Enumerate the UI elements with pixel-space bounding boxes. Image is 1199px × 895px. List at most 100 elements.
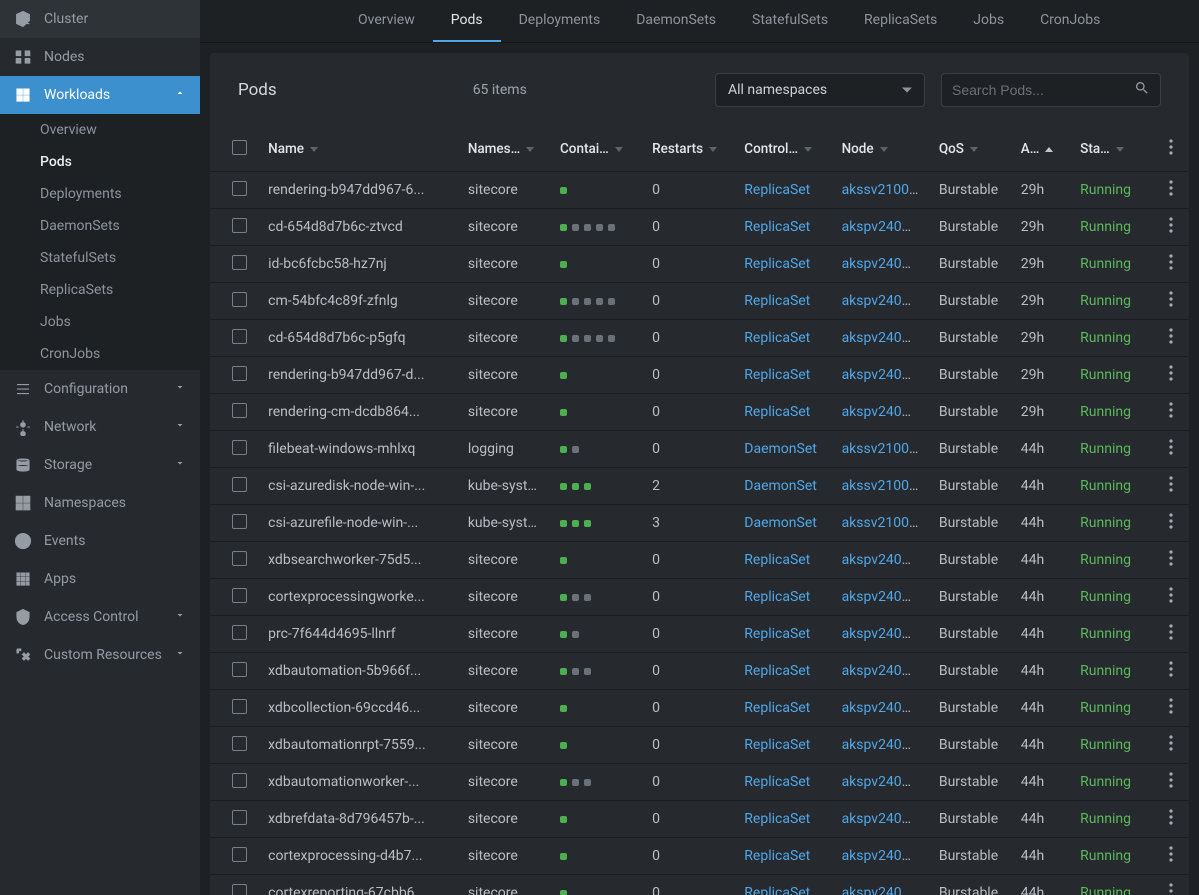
- sidebar-item-apps[interactable]: Apps: [0, 560, 200, 598]
- controlled-by-link[interactable]: ReplicaSet: [744, 700, 810, 716]
- node-link[interactable]: akspv240000: [842, 256, 926, 272]
- controlled-by-link[interactable]: ReplicaSet: [744, 330, 810, 346]
- sidebar-subitem-overview[interactable]: Overview: [0, 114, 200, 146]
- controlled-by-link[interactable]: ReplicaSet: [744, 774, 810, 790]
- row-menu-button[interactable]: [1169, 328, 1173, 348]
- row-checkbox[interactable]: [232, 810, 247, 825]
- table-row[interactable]: csi-azuredisk-node-win-...kube-syste…2Da…: [210, 468, 1189, 505]
- tab-statefulsets[interactable]: StatefulSets: [734, 0, 846, 42]
- select-all-checkbox[interactable]: [232, 140, 247, 155]
- table-row[interactable]: cm-54bfc4c89f-zfnlgsitecore0ReplicaSetak…: [210, 283, 1189, 320]
- node-link[interactable]: akspv240000: [842, 330, 926, 346]
- row-checkbox[interactable]: [232, 440, 247, 455]
- node-link[interactable]: akspv240000: [842, 552, 926, 568]
- node-link[interactable]: akssv210000: [842, 515, 925, 531]
- row-menu-button[interactable]: [1169, 698, 1173, 718]
- node-link[interactable]: akspv240000: [842, 589, 926, 605]
- controlled-by-link[interactable]: DaemonSet: [744, 515, 817, 531]
- table-row[interactable]: cd-654d8d7b6c-p5gfqsitecore0ReplicaSetak…: [210, 320, 1189, 357]
- row-checkbox[interactable]: [232, 847, 247, 862]
- node-link[interactable]: akspv240000: [842, 700, 926, 716]
- table-row[interactable]: cortexreporting-67cbb6...sitecore0Replic…: [210, 875, 1189, 895]
- row-menu-button[interactable]: [1169, 439, 1173, 459]
- sidebar-item-access[interactable]: Access Control: [0, 598, 200, 636]
- sidebar-item-workloads[interactable]: Workloads: [0, 76, 200, 114]
- row-checkbox[interactable]: [232, 588, 247, 603]
- controlled-by-link[interactable]: ReplicaSet: [744, 811, 810, 827]
- row-menu-button[interactable]: [1169, 217, 1173, 237]
- node-link[interactable]: akspv240000: [842, 626, 926, 642]
- controlled-by-link[interactable]: ReplicaSet: [744, 293, 810, 309]
- row-menu-button[interactable]: [1169, 365, 1173, 385]
- column-header-node[interactable]: Node: [832, 127, 929, 172]
- row-checkbox[interactable]: [232, 366, 247, 381]
- node-link[interactable]: akspv240000: [842, 774, 926, 790]
- column-header-qos[interactable]: QoS: [929, 127, 1011, 172]
- table-row[interactable]: cortexprocessing-d4b7...sitecore0Replica…: [210, 838, 1189, 875]
- tab-jobs[interactable]: Jobs: [955, 0, 1022, 42]
- row-menu-button[interactable]: [1169, 809, 1173, 829]
- column-header-age[interactable]: A…: [1011, 127, 1070, 172]
- sidebar-item-namespaces[interactable]: Namespaces: [0, 484, 200, 522]
- controlled-by-link[interactable]: ReplicaSet: [744, 256, 810, 272]
- node-link[interactable]: akspv240000: [842, 663, 926, 679]
- row-menu-button[interactable]: [1169, 772, 1173, 792]
- node-link[interactable]: akspv240000: [842, 848, 926, 864]
- row-checkbox[interactable]: [232, 292, 247, 307]
- row-menu-button[interactable]: [1169, 735, 1173, 755]
- sidebar-item-custom[interactable]: Custom Resources: [0, 636, 200, 674]
- column-header-name[interactable]: Name: [258, 127, 458, 172]
- row-menu-button[interactable]: [1169, 402, 1173, 422]
- tab-deployments[interactable]: Deployments: [501, 0, 619, 42]
- column-header-namespace[interactable]: Names…: [458, 127, 550, 172]
- row-menu-button[interactable]: [1169, 254, 1173, 274]
- column-header-status[interactable]: Sta…: [1070, 127, 1152, 172]
- tab-overview[interactable]: Overview: [340, 0, 433, 42]
- table-row[interactable]: id-bc6fcbc58-hz7njsitecore0ReplicaSetaks…: [210, 246, 1189, 283]
- column-header-restarts[interactable]: Restarts: [642, 127, 734, 172]
- node-link[interactable]: akspv240000: [842, 737, 926, 753]
- row-menu-button[interactable]: [1169, 180, 1173, 200]
- controlled-by-link[interactable]: ReplicaSet: [744, 737, 810, 753]
- controlled-by-link[interactable]: ReplicaSet: [744, 626, 810, 642]
- table-row[interactable]: xdbautomation-5b966f...sitecore0ReplicaS…: [210, 653, 1189, 690]
- controlled-by-link[interactable]: ReplicaSet: [744, 589, 810, 605]
- table-row[interactable]: rendering-cm-dcdb864...sitecore0ReplicaS…: [210, 394, 1189, 431]
- controlled-by-link[interactable]: DaemonSet: [744, 441, 817, 457]
- row-checkbox[interactable]: [232, 477, 247, 492]
- column-header-controlled[interactable]: Control…: [734, 127, 831, 172]
- row-checkbox[interactable]: [232, 662, 247, 677]
- sidebar-item-storage[interactable]: Storage: [0, 446, 200, 484]
- table-row[interactable]: cortexprocessingworke...sitecore0Replica…: [210, 579, 1189, 616]
- node-link[interactable]: akspv240000: [842, 219, 926, 235]
- table-row[interactable]: cd-654d8d7b6c-ztvcdsitecore0ReplicaSetak…: [210, 209, 1189, 246]
- sidebar-subitem-statefulsets[interactable]: StatefulSets: [0, 242, 200, 274]
- sidebar-subitem-replicasets[interactable]: ReplicaSets: [0, 274, 200, 306]
- sidebar-subitem-cronjobs[interactable]: CronJobs: [0, 338, 200, 370]
- controlled-by-link[interactable]: ReplicaSet: [744, 404, 810, 420]
- row-checkbox[interactable]: [232, 329, 247, 344]
- row-menu-button[interactable]: [1169, 661, 1173, 681]
- table-row[interactable]: xdbcollection-69ccd46...sitecore0Replica…: [210, 690, 1189, 727]
- table-row[interactable]: rendering-b947dd967-6...sitecore0Replica…: [210, 172, 1189, 209]
- column-header-containers[interactable]: Contai…: [550, 127, 642, 172]
- row-checkbox[interactable]: [232, 773, 247, 788]
- row-menu-button[interactable]: [1169, 846, 1173, 866]
- table-row[interactable]: rendering-b947dd967-d...sitecore0Replica…: [210, 357, 1189, 394]
- table-row[interactable]: xdbrefdata-8d796457b-...sitecore0Replica…: [210, 801, 1189, 838]
- table-row[interactable]: xdbautomationworker-...sitecore0ReplicaS…: [210, 764, 1189, 801]
- row-menu-button[interactable]: [1169, 883, 1173, 895]
- tab-cronjobs[interactable]: CronJobs: [1022, 0, 1118, 42]
- controlled-by-link[interactable]: ReplicaSet: [744, 552, 810, 568]
- node-link[interactable]: akssv210000: [842, 182, 925, 198]
- node-link[interactable]: akspv240000: [842, 885, 926, 895]
- controlled-by-link[interactable]: DaemonSet: [744, 478, 817, 494]
- sidebar-item-network[interactable]: Network: [0, 408, 200, 446]
- sidebar-subitem-daemonsets[interactable]: DaemonSets: [0, 210, 200, 242]
- sidebar-item-events[interactable]: Events: [0, 522, 200, 560]
- table-row[interactable]: csi-azurefile-node-win-...kube-syste…3Da…: [210, 505, 1189, 542]
- controlled-by-link[interactable]: ReplicaSet: [744, 182, 810, 198]
- row-menu-button[interactable]: [1169, 550, 1173, 570]
- sidebar-subitem-pods[interactable]: Pods: [0, 146, 200, 178]
- tab-replicasets[interactable]: ReplicaSets: [846, 0, 955, 42]
